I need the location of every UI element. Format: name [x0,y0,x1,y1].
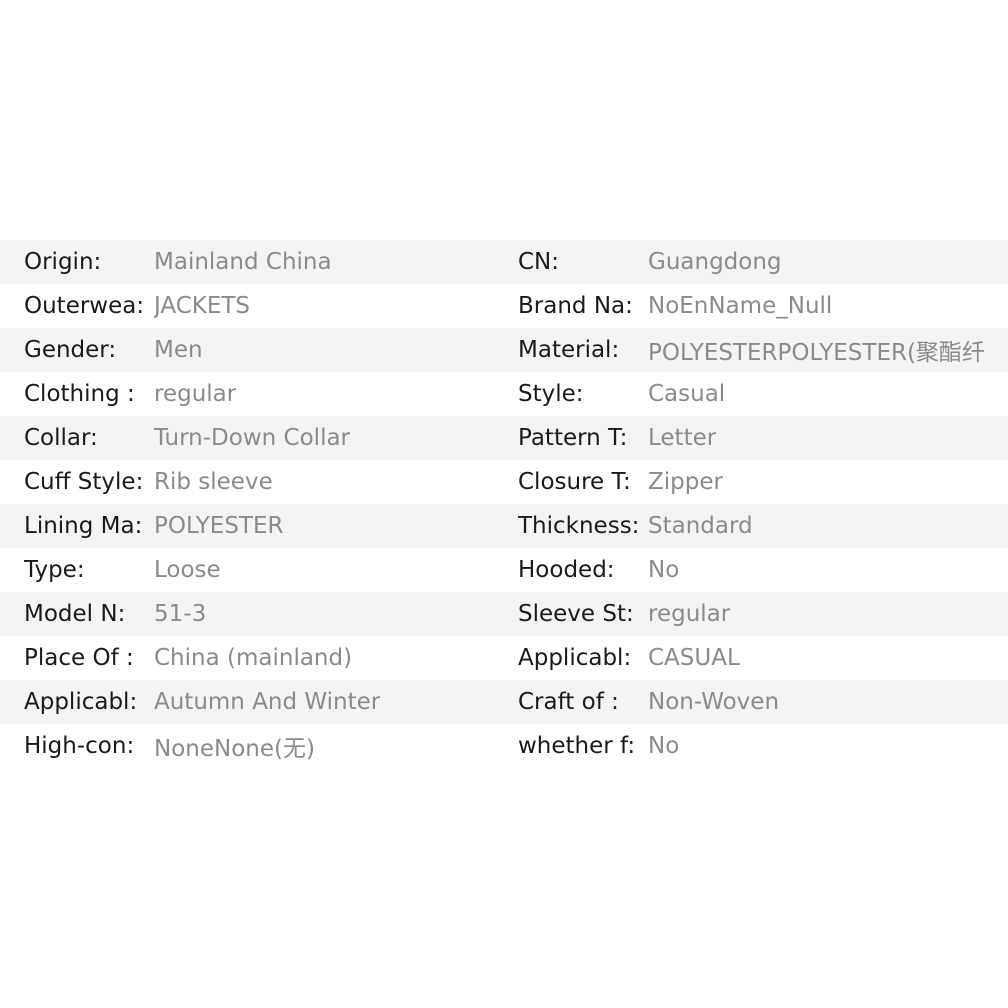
spec-label: Cuff Style: [24,469,144,495]
spec-cell-right: Craft of : Non-Woven [494,680,1008,724]
spec-label: Applicabl: [24,689,138,715]
spec-value: POLYESTER [154,513,284,539]
spec-cell-left: Place Of : China (mainland) [0,636,494,680]
spec-cell-left: Gender: Men [0,328,494,372]
spec-label: Lining Ma: [24,513,143,539]
product-spec-table: Origin: Mainland China CN: Guangdong Out… [0,240,1008,768]
spec-cell-right: Pattern T: Letter [494,416,1008,460]
spec-label: Pattern T: [518,425,628,451]
spec-row: Origin: Mainland China CN: Guangdong [0,240,1008,284]
spec-value: POLYESTERPOLYESTER(聚酯纤 [648,340,985,366]
spec-value: Casual [648,381,726,407]
spec-label: Sleeve St: [518,601,634,627]
spec-label: Type: [24,557,85,583]
spec-label: Place Of : [24,645,134,671]
spec-value: Rib sleeve [154,469,273,495]
spec-value: Mainland China [154,249,332,275]
spec-cell-left: Cuff Style: Rib sleeve [0,460,494,504]
spec-cell-left: Clothing : regular [0,372,494,416]
spec-label: Outerwea: [24,293,145,319]
spec-label: Gender: [24,337,117,363]
spec-value: Men [154,337,203,363]
spec-row: Gender: Men Material: POLYESTERPOLYESTER… [0,328,1008,372]
spec-value: NoneNone(无) [154,736,315,762]
spec-label: Material: [518,337,620,363]
spec-label: CN: [518,249,560,275]
spec-label: whether f: [518,733,636,759]
spec-row: High-con: NoneNone(无) whether f: No [0,724,1008,768]
spec-row: Clothing : regular Style: Casual [0,372,1008,416]
spec-cell-left: Origin: Mainland China [0,240,494,284]
spec-label: Thickness: [518,513,640,539]
spec-label: Origin: [24,249,102,275]
spec-row: Place Of : China (mainland) Applicabl: C… [0,636,1008,680]
spec-label: High-con: [24,733,135,759]
spec-cell-left: Type: Loose [0,548,494,592]
spec-row: Outerwea: JACKETS Brand Na: NoEnName_Nul… [0,284,1008,328]
spec-value: No [648,733,680,759]
spec-value: Letter [648,425,717,451]
spec-row: Type: Loose Hooded: No [0,548,1008,592]
spec-value: Loose [154,557,221,583]
spec-value: Standard [648,513,753,539]
spec-cell-left: Outerwea: JACKETS [0,284,494,328]
spec-row: Cuff Style: Rib sleeve Closure T: Zipper [0,460,1008,504]
spec-value: China (mainland) [154,645,353,671]
spec-label: Applicabl: [518,645,632,671]
spec-cell-right: CN: Guangdong [494,240,1008,284]
spec-value: No [648,557,680,583]
spec-cell-left: Lining Ma: POLYESTER [0,504,494,548]
spec-cell-right: Brand Na: NoEnName_Null [494,284,1008,328]
spec-label: Collar: [24,425,98,451]
spec-cell-right: Style: Casual [494,372,1008,416]
spec-row: Applicabl: Autumn And Winter Craft of : … [0,680,1008,724]
spec-value: 51-3 [154,601,207,627]
spec-value: regular [154,381,237,407]
spec-value: Non-Woven [648,689,780,715]
spec-cell-right: Thickness: Standard [494,504,1008,548]
spec-cell-left: High-con: NoneNone(无) [0,724,494,768]
spec-cell-right: Closure T: Zipper [494,460,1008,504]
spec-cell-right: whether f: No [494,724,1008,768]
spec-row: Lining Ma: POLYESTER Thickness: Standard [0,504,1008,548]
spec-value: regular [648,601,731,627]
spec-label: Clothing : [24,381,135,407]
spec-value: NoEnName_Null [648,293,833,319]
spec-value: JACKETS [154,293,251,319]
spec-value: Guangdong [648,249,782,275]
spec-value: Zipper [648,469,723,495]
spec-cell-right: Hooded: No [494,548,1008,592]
spec-cell-left: Collar: Turn-Down Collar [0,416,494,460]
spec-cell-right: Applicabl: CASUAL [494,636,1008,680]
spec-row: Model N: 51-3 Sleeve St: regular [0,592,1008,636]
spec-label: Model N: [24,601,126,627]
spec-value: CASUAL [648,645,740,671]
spec-label: Style: [518,381,584,407]
spec-label: Craft of : [518,689,619,715]
spec-value: Autumn And Winter [154,689,381,715]
spec-cell-right: Sleeve St: regular [494,592,1008,636]
spec-row: Collar: Turn-Down Collar Pattern T: Lett… [0,416,1008,460]
spec-label: Hooded: [518,557,615,583]
spec-cell-right: Material: POLYESTERPOLYESTER(聚酯纤 [494,328,1008,372]
spec-cell-left: Applicabl: Autumn And Winter [0,680,494,724]
spec-label: Closure T: [518,469,631,495]
spec-cell-left: Model N: 51-3 [0,592,494,636]
spec-label: Brand Na: [518,293,633,319]
spec-value: Turn-Down Collar [154,425,351,451]
